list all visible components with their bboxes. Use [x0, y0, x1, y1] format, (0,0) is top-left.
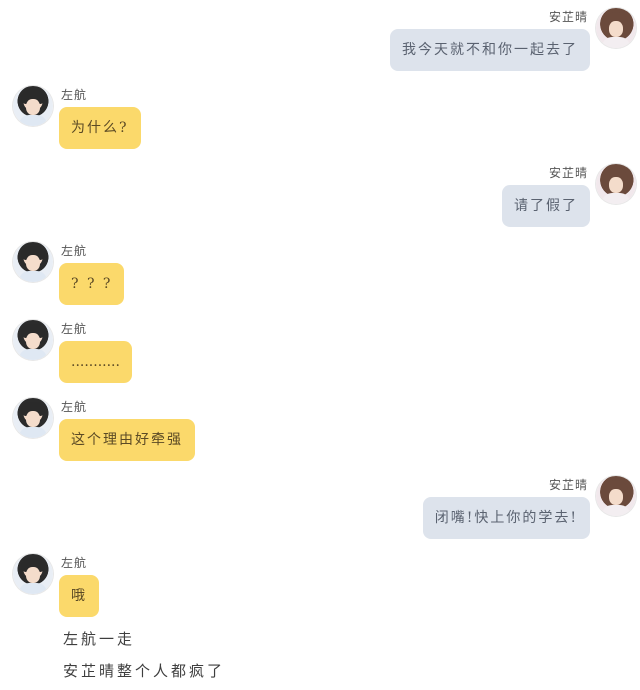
message-row: 安芷晴 闭嘴!快上你的学去!	[0, 476, 640, 546]
avatar[interactable]	[13, 86, 53, 126]
message-bubble[interactable]: 闭嘴!快上你的学去!	[422, 497, 590, 539]
message-row: 安芷晴 我今天就不和你一起去了	[0, 8, 640, 78]
message-bubble[interactable]: 请了假了	[502, 185, 590, 227]
message-row: 左航 ...........	[0, 320, 640, 390]
narration-line: 安芷晴整个人都疯了	[63, 662, 226, 680]
message-bubble[interactable]: ? ? ?	[59, 263, 125, 305]
avatar[interactable]	[13, 554, 53, 594]
message-row: 左航 ? ? ?	[0, 242, 640, 312]
message-row: 左航 为什么?	[0, 86, 640, 156]
sender-name: 左航	[61, 556, 88, 570]
sender-name: 左航	[61, 244, 88, 258]
sender-name: 左航	[61, 88, 88, 102]
sender-name: 安芷晴	[548, 10, 588, 24]
avatar[interactable]	[596, 164, 636, 204]
avatar[interactable]	[596, 476, 636, 516]
avatar[interactable]	[13, 320, 53, 360]
sender-name: 左航	[61, 400, 88, 414]
avatar[interactable]	[13, 242, 53, 282]
sender-name: 左航	[61, 322, 88, 336]
avatar[interactable]	[13, 398, 53, 438]
sender-name: 安芷晴	[548, 478, 588, 492]
avatar[interactable]	[596, 8, 636, 48]
message-bubble[interactable]: ...........	[59, 341, 132, 383]
message-bubble[interactable]: 这个理由好牵强	[59, 419, 195, 461]
narration-line: 左航一走	[63, 630, 136, 648]
message-bubble[interactable]: 为什么?	[59, 107, 141, 149]
message-row: 安芷晴 请了假了	[0, 164, 640, 234]
message-row: 左航 这个理由好牵强	[0, 398, 640, 468]
message-bubble[interactable]: 我今天就不和你一起去了	[390, 29, 590, 71]
message-row: 左航 哦	[0, 554, 640, 624]
sender-name: 安芷晴	[548, 166, 588, 180]
message-bubble[interactable]: 哦	[59, 575, 99, 617]
